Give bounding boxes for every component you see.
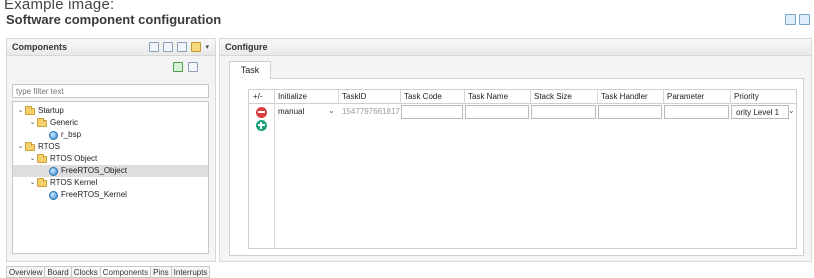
chevron-down-icon[interactable]: ⌄ [28,117,37,129]
collapse-all-icon[interactable] [163,42,174,52]
remove-component-icon[interactable] [188,62,198,72]
column-divider [730,90,731,104]
folder-icon [37,117,47,127]
tree-item-label: RTOS Kernel [50,178,98,187]
add-row-icon[interactable] [256,120,267,131]
folder-icon [25,141,35,151]
chevron-down-icon[interactable]: ▾ [205,43,209,51]
column-divider [597,90,598,104]
chevron-down-icon[interactable]: ⌄ [788,106,795,115]
priority-select[interactable]: ority Level 1 [731,105,789,119]
chevron-down-icon[interactable]: ⌄ [28,153,37,165]
configure-title: Configure [225,42,268,52]
column-divider [530,90,531,104]
column-header-task-handler: Task Handler [601,92,648,101]
components-subtoolbar [7,56,215,78]
priority-value: ority Level 1 [736,108,780,117]
column-divider [400,90,401,104]
stack-size-input[interactable] [531,105,596,119]
tree-item-label: FreeRTOS_Kernel [61,190,127,199]
tree-item-label: r_bsp [61,130,82,139]
column-divider [663,90,664,104]
tree-item-rtos[interactable]: ⌄ RTOS [16,141,60,153]
configure-header: Configure [220,39,811,56]
tree-item-label: Startup [38,106,64,115]
column-header-initialize: Initialize [278,92,307,101]
column-header-add-remove: +/- [253,92,263,101]
component-icon [49,166,58,176]
component-icon [49,130,58,140]
components-title: Components [12,42,67,52]
filter-input[interactable] [12,84,209,98]
components-panel: Components ▾ ⌄ Startup ⌄ Generic r_bsp [6,38,216,262]
chevron-down-icon[interactable]: ⌄ [328,106,335,115]
editor-tabs: Overview Board Clocks Components Pins In… [6,266,211,278]
chevron-down-icon[interactable]: ⌄ [28,177,37,189]
components-header: Components ▾ [7,39,215,56]
expand-all-icon[interactable] [177,42,188,52]
folder-icon [25,105,35,115]
filter-icon[interactable] [149,42,160,52]
task-code-input[interactable] [401,105,463,119]
tree-item-generic[interactable]: ⌄ Generic [28,117,78,129]
task-handler-input[interactable] [598,105,662,119]
column-header-priority: Priority [734,92,759,101]
parameter-input[interactable] [664,105,729,119]
tree-item-rtos-kernel[interactable]: ⌄ RTOS Kernel [28,177,97,189]
component-tree[interactable]: ⌄ Startup ⌄ Generic r_bsp ⌄ RTOS ⌄ RTOS … [12,101,209,254]
tree-item-r-bsp[interactable]: r_bsp [49,129,81,141]
chevron-down-icon[interactable]: ⌄ [16,105,25,117]
tab-overview[interactable]: Overview [6,266,45,278]
tab-task[interactable]: Task [229,61,271,79]
component-add-icon[interactable] [191,42,202,52]
column-divider [338,90,339,104]
tab-interrupts[interactable]: Interrupts [170,266,211,278]
chevron-down-icon[interactable]: ⌄ [16,141,25,153]
window-title: Software component configuration [6,12,222,27]
component-icon [49,190,58,200]
remove-row-icon[interactable] [256,107,267,118]
tree-item-label: RTOS [38,142,60,151]
add-component-icon[interactable] [173,62,183,72]
taskid-value: 1547797661817 [342,107,400,116]
task-name-input[interactable] [465,105,529,119]
tree-item-label: RTOS Object [50,154,98,163]
task-table: +/- Initialize TaskID Task Code Task Nam… [248,89,797,249]
components-toolbar: ▾ [149,42,209,52]
tab-pins[interactable]: Pins [150,266,171,278]
tree-item-startup[interactable]: ⌄ Startup [16,105,64,117]
folder-icon [37,153,47,163]
tab-clocks[interactable]: Clocks [70,266,100,278]
task-tab-body: +/- Initialize TaskID Task Code Task Nam… [229,78,804,256]
column-header-taskid: TaskID [342,92,367,101]
configure-panel: Configure Task +/- Initialize TaskID Tas… [219,38,812,262]
tree-item-label: Generic [50,118,79,127]
column-header-stack-size: Stack Size [534,92,572,101]
column-header-task-name: Task Name [468,92,509,101]
tab-components[interactable]: Components [99,266,151,278]
column-header-parameter: Parameter [667,92,705,101]
column-header-task-code: Task Code [404,92,442,101]
column-divider [464,90,465,104]
tree-item-freertos-object[interactable]: FreeRTOS_Object [13,165,208,177]
maximize-icon[interactable] [799,14,810,25]
tree-item-freertos-kernel[interactable]: FreeRTOS_Kernel [49,189,127,201]
restore-icon[interactable] [785,14,796,25]
tree-item-label: FreeRTOS_Object [61,166,127,175]
tab-board[interactable]: Board [44,266,71,278]
table-header: +/- Initialize TaskID Task Code Task Nam… [249,90,796,104]
window-toolbar [785,14,810,25]
tree-item-rtos-object[interactable]: ⌄ RTOS Object [28,153,97,165]
folder-icon [37,177,47,187]
initialize-value: manual [278,107,305,116]
